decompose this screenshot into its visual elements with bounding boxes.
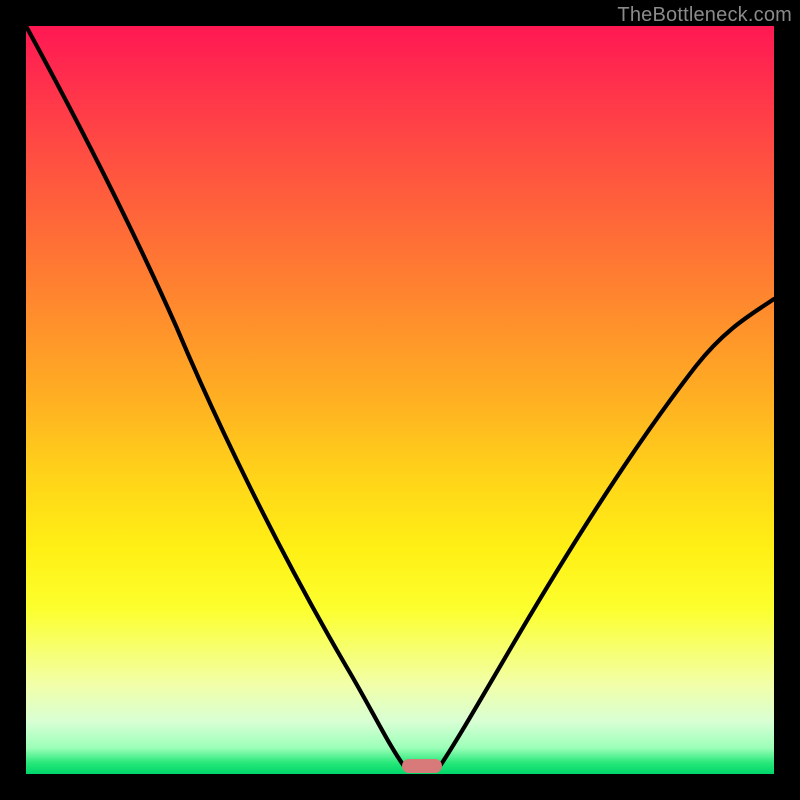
plot-area (26, 26, 774, 774)
watermark-text: TheBottleneck.com (617, 4, 792, 27)
trough-marker (402, 759, 442, 773)
bottleneck-curve (26, 26, 774, 774)
curve-path (26, 26, 774, 766)
chart-frame: TheBottleneck.com (0, 0, 800, 800)
